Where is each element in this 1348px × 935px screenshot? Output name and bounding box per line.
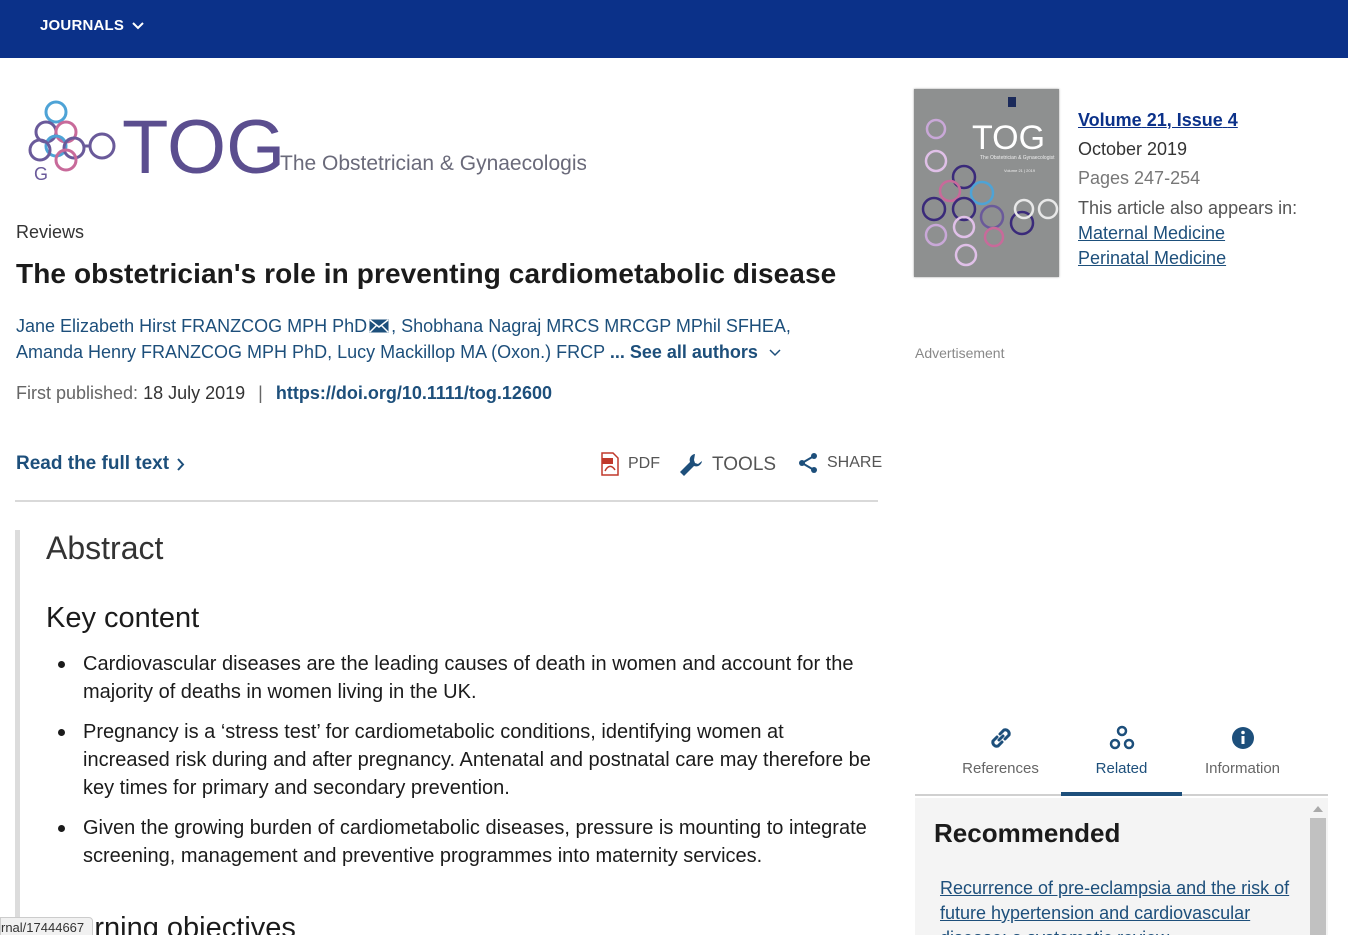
list-item: Cardiovascular diseases are the leading … [58,650,873,706]
recommended-article-link[interactable]: Recurrence of pre-eclampsia and the risk… [940,876,1290,935]
pdf-label: PDF [628,455,660,472]
sidebar-tabs: References Related Information [915,720,1328,796]
publication-info: First published: 18 July 2019 | https://… [16,383,552,404]
tab-references[interactable]: References [940,720,1061,796]
journals-label: JOURNALS [40,17,125,34]
chevron-down-icon [132,21,144,29]
pdf-button[interactable]: PDF [600,452,660,476]
author-link[interactable]: Jane Elizabeth Hirst FRANZCOG MPH PhD [16,316,367,336]
chevron-right-icon [177,457,185,471]
author-list: Jane Elizabeth Hirst FRANZCOG MPH PhD, S… [16,315,791,362]
cover-volume: Volume 21 | 2019 [1004,168,1036,173]
also-appears-label: This article also appears in: [1078,198,1298,218]
panel-scrollbar[interactable] [1310,802,1326,935]
journal-logo[interactable]: G TOG The Obstetrician & Gynaecologist [26,98,593,190]
key-content-heading: Key content [46,602,200,634]
list-item: Pregnancy is a ‘stress test’ for cardiom… [58,718,873,802]
cover-title: TOG [972,119,1045,157]
list-item: Given the growing burden of cardiometabo… [58,814,873,870]
scrollbar-thumb[interactable] [1310,818,1326,935]
pdf-icon [601,452,619,476]
article-section-label: Reviews [16,222,85,242]
email-icon[interactable] [369,315,389,340]
key-content-list: Cardiovascular diseases are the leading … [58,650,873,882]
read-full-text-label: Read the full text [16,453,170,474]
logo-text: TOG [122,105,285,188]
cover-subtitle: The Obstetrician & Gynaecologist [980,155,1055,161]
issue-info: Volume 21, Issue 4 October 2019 Pages 24… [1078,106,1297,271]
abstract-heading: Abstract [46,530,164,566]
issue-pages: Pages 247-254 [1078,168,1201,188]
read-full-text-button[interactable]: Read the full text [16,453,185,475]
divider [15,500,878,502]
tab-information-label: Information [1204,760,1281,777]
scroll-up-icon[interactable] [1313,806,1323,812]
status-bar-url: rnal/17444667 [0,917,94,935]
svg-text:G: G [34,164,48,184]
top-nav-bar: JOURNALS [0,0,1348,58]
tab-related[interactable]: Related [1061,720,1182,796]
share-label: SHARE [827,454,883,471]
tab-information[interactable]: Information [1182,720,1303,796]
cover-art: TOG The Obstetrician & Gynaecologist Vol… [914,89,1059,277]
volume-link[interactable]: Volume 21, Issue 4 [1078,110,1238,130]
author-link[interactable]: Lucy Mackillop MA (Oxon.) FRCP [337,342,605,362]
share-button[interactable]: SHARE [797,452,882,474]
recommended-heading: Recommended [934,818,1121,848]
link-icon [990,728,1011,748]
info-icon [1231,727,1254,749]
abstract-section: Abstract Key content Cardiovascular dise… [15,530,878,935]
article-title: The obstetrician's role in preventing ca… [16,258,837,289]
tools-label: TOOLS [712,454,777,475]
see-all-authors-button[interactable]: ... See all authors [610,342,781,362]
first-published-date: 18 July 2019 [143,383,246,403]
issue-date: October 2019 [1078,139,1188,159]
see-all-authors-label: ... See all authors [609,341,758,362]
topic-link[interactable]: Perinatal Medicine [1078,246,1297,271]
chevron-down-icon [769,349,781,357]
volume-issue: Volume 21, Issue 4 [1078,106,1297,135]
tog-logo-mark: G TOG The Obstetrician & Gynaecologist [28,100,593,190]
doi-link[interactable]: https://doi.org/10.1111/tog.12600 [276,383,552,403]
separator: | [258,383,263,403]
logo-subtitle: The Obstetrician & Gynaecologist [280,152,586,175]
author-link[interactable]: Shobhana Nagraj MRCS MRCGP MPhil SFHEA [401,316,786,336]
tools-button[interactable]: TOOLS [678,452,776,478]
related-icon [1109,725,1134,750]
tab-references-label: References [962,760,1039,777]
recommended-panel: Recommended Recurrence of pre-eclampsia … [915,798,1328,935]
advertisement-label: Advertisement [915,345,1005,361]
author-link[interactable]: Amanda Henry FRANZCOG MPH PhD [16,342,327,362]
share-icon [799,453,817,473]
journal-cover-image[interactable]: TOG The Obstetrician & Gynaecologist Vol… [914,89,1059,277]
topic-link[interactable]: Maternal Medicine [1078,221,1297,246]
journals-menu-button[interactable]: JOURNALS [40,17,144,34]
wrench-icon [680,454,702,476]
first-published-label: First published: [16,383,139,403]
tab-related-label: Related [1095,760,1148,777]
